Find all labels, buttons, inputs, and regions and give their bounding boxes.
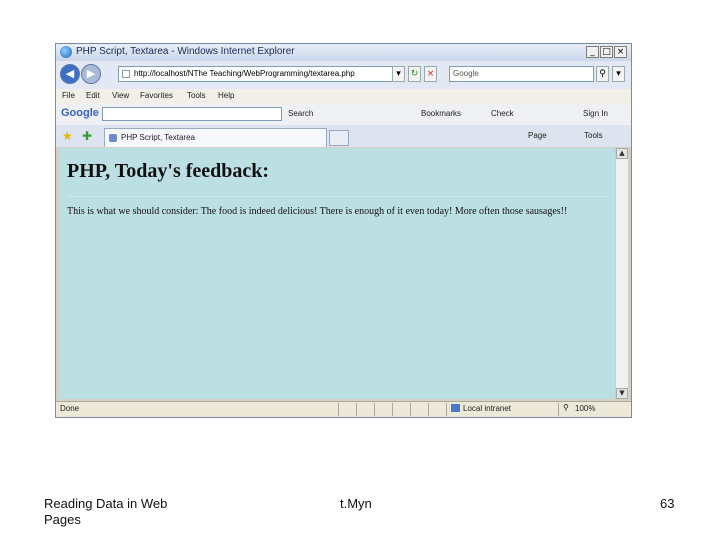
google-search-button[interactable]: Search: [288, 109, 313, 118]
tab-active[interactable]: PHP Script, Textarea: [104, 128, 327, 147]
page-menu[interactable]: Page: [528, 131, 547, 140]
url-field[interactable]: http://localhost/NThe Teaching/WebProgra…: [118, 66, 401, 82]
menu-favorites[interactable]: Favorites: [140, 91, 173, 100]
status-cell: [374, 403, 392, 416]
sign-in-link[interactable]: Sign In: [583, 109, 608, 118]
menu-view[interactable]: View: [112, 91, 129, 100]
footer-author: t.Myn: [340, 496, 372, 511]
check-button[interactable]: Check: [491, 109, 514, 118]
tools-menu[interactable]: Tools: [584, 131, 603, 140]
menu-help[interactable]: Help: [218, 91, 234, 100]
page-content: PHP, Today's feedback: This is what we s…: [59, 148, 615, 399]
menu-bar: File Edit View Favorites Tools Help: [56, 89, 631, 103]
window-title: PHP Script, Textarea - Windows Internet …: [76, 46, 295, 57]
minimize-button[interactable]: _: [586, 46, 599, 58]
refresh-icon[interactable]: ↻: [408, 66, 421, 82]
search-options-button[interactable]: ▾: [612, 66, 625, 82]
search-input[interactable]: Google: [449, 66, 594, 82]
zoom-level: 100%: [575, 404, 596, 413]
page-heading: PHP, Today's feedback:: [67, 160, 270, 182]
bookmarks-button[interactable]: Bookmarks: [421, 109, 461, 118]
status-cell: [338, 403, 356, 416]
page-icon: [122, 70, 130, 78]
vertical-scrollbar[interactable]: ▲ ▼: [615, 148, 628, 399]
url-text: http://localhost/NThe Teaching/WebProgra…: [134, 69, 355, 78]
google-logo: Google: [61, 107, 99, 119]
status-bar: Done Local intranet ⚲ 100%: [56, 401, 631, 417]
google-toolbar: Google Search Bookmarks Check Sign In: [56, 103, 631, 126]
forward-button[interactable]: ▶: [81, 64, 101, 84]
zoom-cell[interactable]: ⚲ 100%: [558, 403, 628, 416]
status-cell: [392, 403, 410, 416]
tab-label: PHP Script, Textarea: [121, 133, 195, 142]
feedback-text: This is what we should consider: The foo…: [67, 206, 568, 217]
new-tab-button[interactable]: [329, 130, 349, 146]
browser-window: PHP Script, Textarea - Windows Internet …: [55, 43, 632, 418]
tab-bar: ★ ✚ PHP Script, Textarea Page Tools: [56, 125, 631, 147]
slide-number: 63: [660, 496, 675, 511]
zoom-icon: ⚲: [563, 403, 569, 412]
add-favorites-icon[interactable]: ✚: [82, 129, 92, 143]
status-cell: [428, 403, 446, 416]
maximize-button[interactable]: □: [600, 46, 613, 58]
menu-tools[interactable]: Tools: [187, 91, 206, 100]
zone-label: Local intranet: [463, 404, 512, 413]
menu-file[interactable]: File: [62, 91, 75, 100]
scroll-down-icon[interactable]: ▼: [616, 388, 628, 399]
scroll-up-icon[interactable]: ▲: [616, 148, 628, 159]
url-dropdown-button[interactable]: ▾: [392, 66, 405, 82]
back-button[interactable]: ◀: [60, 64, 80, 84]
menu-edit[interactable]: Edit: [86, 91, 100, 100]
footer-title: Reading Data in Web Pages: [44, 496, 168, 527]
ie-icon: [60, 46, 72, 58]
zone-cell: Local intranet: [446, 403, 558, 416]
status-text: Done: [60, 404, 80, 413]
divider: [67, 196, 607, 197]
status-cell: [356, 403, 374, 416]
google-search-input[interactable]: [102, 107, 282, 121]
tab-favicon: [109, 134, 117, 142]
intranet-icon: [451, 404, 460, 412]
favorites-star-icon[interactable]: ★: [62, 129, 73, 143]
close-button[interactable]: ×: [614, 46, 627, 58]
title-bar: PHP Script, Textarea - Windows Internet …: [56, 44, 631, 62]
address-bar: ◀ ▶ http://localhost/NThe Teaching/WebPr…: [56, 61, 631, 89]
stop-icon[interactable]: ×: [424, 66, 437, 82]
search-icon[interactable]: ⚲: [596, 66, 609, 82]
status-cell: [410, 403, 428, 416]
